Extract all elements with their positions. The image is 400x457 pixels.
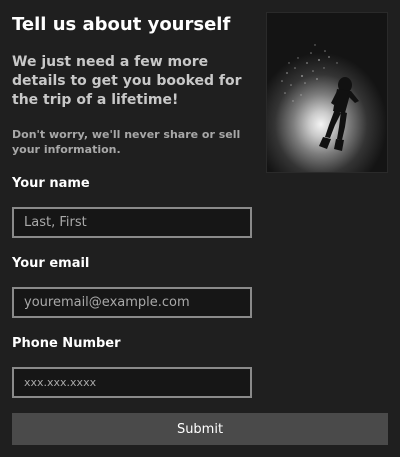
booking-details-form: Tell us about yourself We just need a fe… (0, 0, 400, 457)
email-label: Your email (12, 256, 90, 271)
submit-button[interactable]: Submit (12, 413, 388, 445)
name-input[interactable] (12, 207, 252, 238)
email-input[interactable] (12, 287, 252, 318)
phone-label: Phone Number (12, 336, 121, 351)
scuba-diver-photo (266, 12, 388, 173)
diver-silhouette-icon (281, 44, 359, 151)
phone-input[interactable] (12, 367, 252, 398)
intro-text: We just need a few more details to get y… (12, 54, 242, 108)
name-label: Your name (12, 176, 90, 191)
privacy-note: Don't worry, we'll never share or sell y… (12, 128, 241, 156)
page-title: Tell us about yourself (12, 14, 231, 35)
